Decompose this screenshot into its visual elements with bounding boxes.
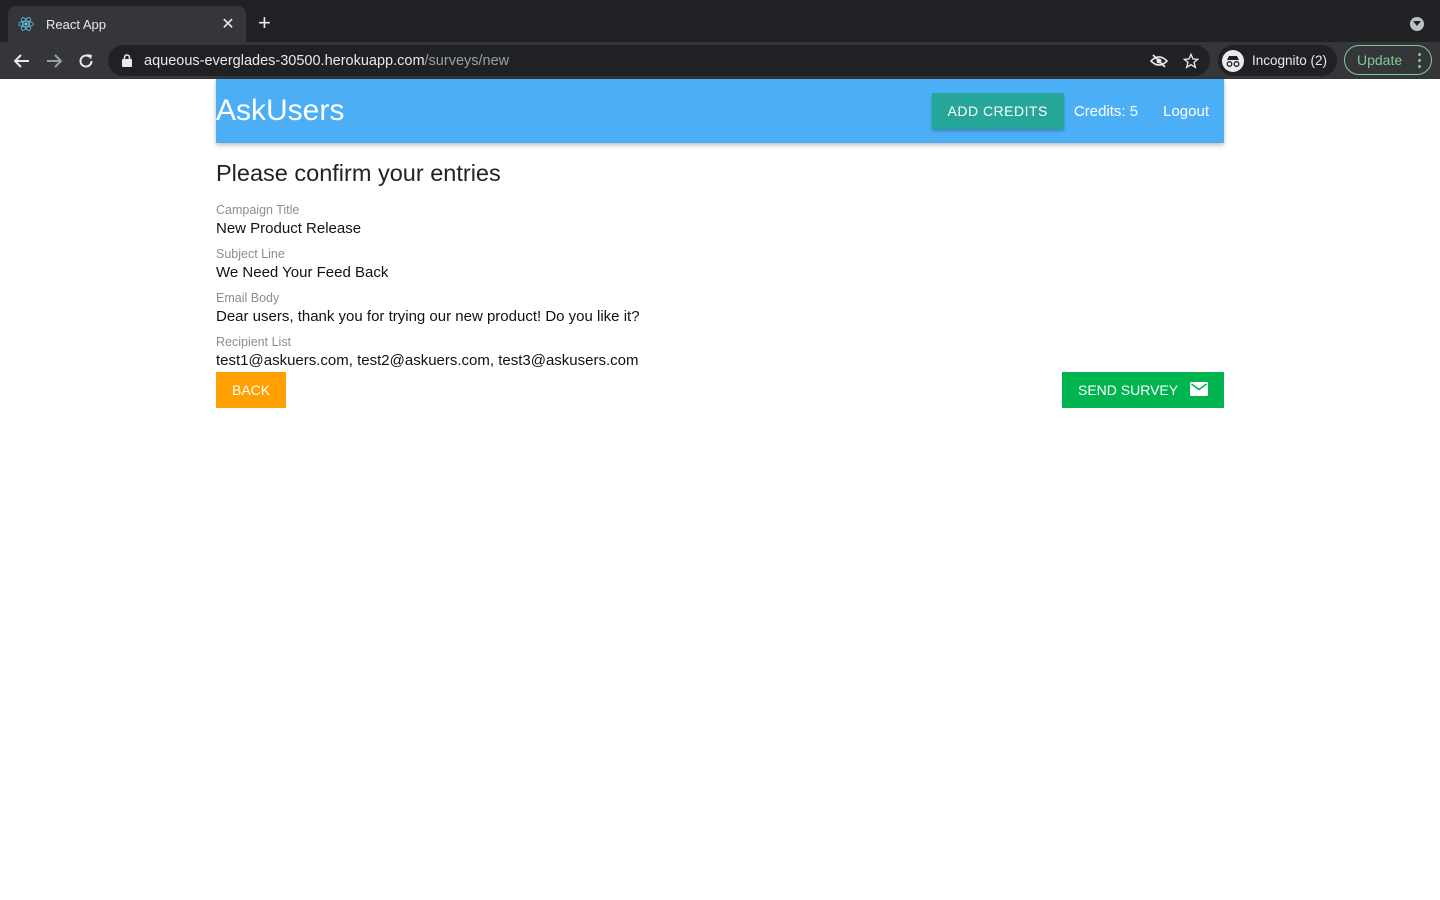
incognito-icon [1222,49,1244,72]
star-icon[interactable] [1182,52,1200,70]
back-button[interactable]: BACK [216,372,287,408]
mail-icon [1190,381,1208,399]
field-label: Email Body [216,291,280,305]
eye-slash-icon[interactable] [1150,52,1168,70]
field-value: We Need Your Feed Back [216,264,389,281]
update-label: Update [1357,52,1403,68]
credits-count: Credits: 5 [1073,102,1139,120]
field-label: Subject Line [216,247,285,261]
incognito-badge[interactable]: Incognito (2) [1218,45,1338,76]
navbar-actions: ADD CREDITS Credits: 5 Logout [931,79,1225,143]
close-tab-icon[interactable]: ✕ [220,14,236,34]
field-value: New Product Release [216,220,362,237]
review-field-email-body: Email Body Dear users, thank you for try… [216,290,1224,328]
forward-arrow-icon[interactable] [38,45,70,77]
form-actions: BACK SEND SURVEY [216,372,1224,408]
reload-icon[interactable] [70,45,102,77]
review-field-campaign-title: Campaign Title New Product Release [216,202,1224,240]
url-text: aqueous-everglades-30500.herokuapp.com/s… [144,53,1150,69]
review-field-subject-line: Subject Line We Need Your Feed Back [216,246,1224,284]
incognito-label: Incognito (2) [1252,53,1328,68]
address-bar[interactable]: aqueous-everglades-30500.herokuapp.com/s… [108,45,1210,76]
field-value: Dear users, thank you for trying our new… [216,308,640,325]
tab-title: React App [46,16,106,32]
field-label: Recipient List [216,335,292,349]
url-host: aqueous-everglades-30500.herokuapp.com [144,52,425,69]
send-survey-label: SEND SURVEY [1078,382,1179,398]
react-logo-icon [18,16,34,32]
browser-tab[interactable]: React App ✕ [8,6,246,42]
app-container: AskUsers ADD CREDITS Credits: 5 Logout P… [216,79,1224,408]
lock-icon[interactable] [122,54,134,68]
new-tab-icon[interactable]: + [258,12,271,34]
page-title: Please confirm your entries [216,160,501,186]
send-survey-button[interactable]: SEND SURVEY [1062,372,1224,408]
review-field-recipient-list: Recipient List test1@askuers.com, test2@… [216,334,1224,372]
logout-link[interactable]: Logout [1153,103,1224,120]
browser-toolbar: aqueous-everglades-30500.herokuapp.com/s… [0,42,1440,79]
field-value: test1@askuers.com, test2@askuers.com, te… [216,352,639,369]
url-path: /surveys/new [424,52,510,69]
more-vert-icon[interactable] [1418,53,1421,68]
browser-tab-strip: React App ✕ + [0,0,1440,42]
tab-search-icon[interactable] [1410,17,1424,31]
add-credits-button[interactable]: ADD CREDITS [931,93,1064,129]
brand-logo[interactable]: AskUsers [216,94,344,128]
update-button[interactable]: Update [1344,45,1432,75]
app-navbar: AskUsers ADD CREDITS Credits: 5 Logout [216,79,1224,143]
field-label: Campaign Title [216,203,300,217]
back-arrow-icon[interactable] [6,45,38,77]
